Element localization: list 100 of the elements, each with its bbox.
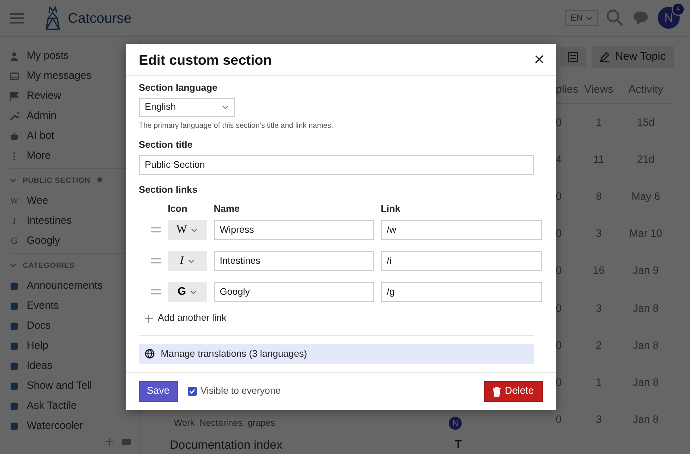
topic-title[interactable]: Documentation index bbox=[170, 438, 283, 452]
sidebar-link[interactable]: More bbox=[27, 150, 51, 162]
chevron-down-icon bbox=[191, 228, 198, 232]
drag-handle-icon[interactable] bbox=[151, 227, 161, 233]
activity-date: Jan 9 bbox=[632, 265, 660, 278]
sidebar-link[interactable]: Docs bbox=[27, 320, 51, 332]
reply-count: 0 bbox=[556, 414, 563, 426]
reply-count: 0 bbox=[556, 302, 563, 315]
menu-icon[interactable] bbox=[10, 12, 24, 24]
link-name-input[interactable]: Googly bbox=[214, 282, 374, 302]
sidebar-link[interactable]: Wee bbox=[27, 195, 48, 207]
sidebar-link[interactable]: Show and Tell bbox=[27, 380, 92, 392]
close-icon[interactable] bbox=[535, 55, 544, 64]
poster-avatar[interactable]: T bbox=[455, 439, 462, 451]
keyboard-icon[interactable] bbox=[122, 438, 131, 446]
view-count: 3 bbox=[595, 414, 603, 426]
category-icon bbox=[10, 342, 19, 350]
category-icon bbox=[10, 402, 19, 410]
column-label: Icon bbox=[168, 204, 189, 215]
chevron-icon[interactable] bbox=[10, 262, 17, 268]
save-button[interactable]: Save bbox=[139, 381, 178, 402]
view-count: 8 bbox=[595, 190, 603, 203]
site-name[interactable]: Catcourse bbox=[68, 10, 132, 26]
add-link-button[interactable]: Add another link bbox=[139, 313, 227, 324]
link-name-input[interactable]: Wipress bbox=[214, 220, 374, 240]
delete-button[interactable]: Delete bbox=[484, 381, 543, 402]
activity-date: 21d bbox=[636, 154, 656, 166]
visible-checkbox[interactable] bbox=[188, 387, 197, 396]
category-icon bbox=[10, 302, 19, 310]
new-topic-button[interactable]: New Topic bbox=[592, 46, 674, 68]
field-label: Section links bbox=[139, 185, 198, 196]
drag-handle-icon[interactable] bbox=[151, 289, 161, 295]
list-icon bbox=[568, 52, 578, 62]
sidebar-link[interactable]: My posts bbox=[27, 50, 70, 62]
activity-date: Jan 8 bbox=[632, 340, 660, 352]
sidebar-link[interactable]: AI bot bbox=[27, 130, 54, 142]
language-dropdown[interactable]: EN bbox=[565, 10, 598, 26]
reply-count: 0 bbox=[556, 228, 563, 240]
drag-handle-icon[interactable] bbox=[151, 258, 161, 264]
column-header[interactable]: Views bbox=[580, 84, 618, 96]
view-count: 1 bbox=[595, 116, 603, 129]
sidebar-link[interactable]: Announcements bbox=[27, 280, 103, 292]
chevron-down-icon bbox=[188, 258, 195, 264]
reply-count: 0 bbox=[556, 190, 563, 203]
language-select[interactable]: English bbox=[139, 98, 235, 117]
manage-translations-button[interactable]: Manage translations (3 languages) bbox=[139, 344, 534, 364]
search-icon[interactable] bbox=[606, 9, 624, 27]
user-icon bbox=[10, 52, 19, 60]
link-url-input[interactable]: /i bbox=[381, 251, 542, 271]
category-icon bbox=[10, 322, 19, 330]
plus-icon bbox=[145, 314, 153, 322]
link-url-input[interactable]: /g bbox=[381, 282, 542, 302]
pencil-icon bbox=[600, 52, 610, 62]
sidebar-link[interactable]: Admin bbox=[27, 110, 57, 122]
field-label: Section language bbox=[139, 83, 218, 94]
checkbox-label[interactable]: Visible to everyone bbox=[200, 386, 281, 397]
activity-date: 15d bbox=[636, 116, 656, 129]
column-label: Name bbox=[214, 204, 241, 215]
activity-date: Jan 8 bbox=[632, 302, 660, 315]
robot-icon bbox=[10, 132, 19, 140]
view-count: 3 bbox=[595, 302, 603, 315]
activity-date: Jan 8 bbox=[632, 376, 660, 389]
list-view-button[interactable] bbox=[560, 47, 586, 67]
category-icon bbox=[10, 282, 19, 290]
title-input[interactable]: Public Section bbox=[139, 155, 534, 175]
inbox-icon bbox=[10, 72, 19, 80]
reply-count: 0 bbox=[556, 340, 563, 352]
topic-tags[interactable]: Work Nectarines, grapes bbox=[174, 418, 276, 428]
plus-icon[interactable] bbox=[105, 438, 114, 446]
poster-avatar[interactable]: N bbox=[449, 416, 462, 430]
view-count: 16 bbox=[592, 265, 606, 278]
icon-picker[interactable]: W bbox=[168, 220, 207, 240]
view-count: 11 bbox=[592, 154, 606, 166]
activity-date: Mar 10 bbox=[628, 228, 664, 240]
column-header[interactable]: Activity bbox=[618, 84, 674, 96]
chat-bubble-icon[interactable] bbox=[632, 9, 650, 27]
view-count: 3 bbox=[595, 228, 603, 240]
sidebar-link[interactable]: Intestines bbox=[27, 215, 72, 227]
flag-icon bbox=[10, 92, 19, 100]
sidebar-link[interactable]: Help bbox=[27, 340, 49, 352]
icon-picker[interactable]: G bbox=[168, 282, 207, 302]
field-label: Section title bbox=[139, 140, 193, 151]
activity-date: May 6 bbox=[630, 190, 662, 203]
link-name-input[interactable]: Intestines bbox=[214, 251, 374, 271]
category-icon bbox=[10, 382, 19, 390]
sidebar-link[interactable]: Ideas bbox=[27, 360, 53, 372]
chevron-down-icon bbox=[586, 16, 593, 20]
chevron-down-icon bbox=[190, 290, 198, 294]
category-icon bbox=[10, 362, 19, 370]
trash-icon bbox=[493, 386, 502, 396]
sidebar-link[interactable]: Watercooler bbox=[27, 420, 84, 432]
sidebar-link[interactable]: Review bbox=[27, 90, 62, 102]
sidebar-link[interactable]: Ask Tactile bbox=[27, 400, 77, 412]
column-header[interactable]: plies bbox=[556, 84, 580, 96]
icon-picker[interactable]: I bbox=[168, 251, 207, 271]
sidebar-link[interactable]: My messages bbox=[27, 70, 92, 82]
sidebar-link[interactable]: Googly bbox=[27, 235, 60, 247]
sidebar-link[interactable]: Events bbox=[27, 300, 60, 312]
link-url-input[interactable]: /w bbox=[381, 220, 542, 240]
chevron-icon[interactable] bbox=[10, 178, 17, 182]
